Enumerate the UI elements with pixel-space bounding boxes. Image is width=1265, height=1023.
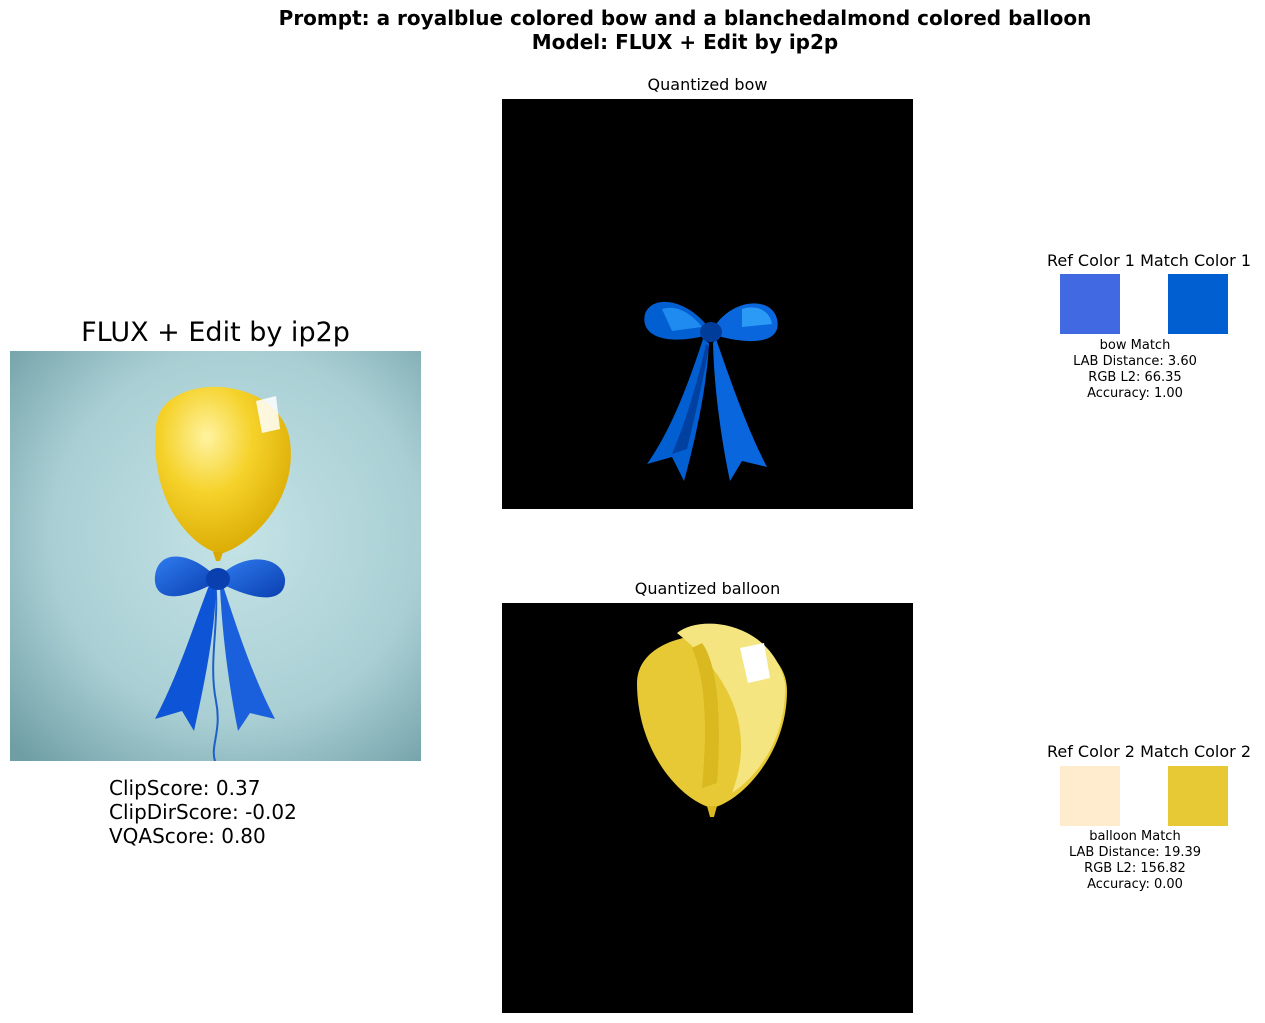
ref-color-2-swatch	[1060, 766, 1120, 826]
match-1-rgb: RGB L2: 66.35	[1088, 370, 1182, 385]
match-1-name: bow Match	[1099, 338, 1171, 353]
match-1-lab: LAB Distance: 3.60	[1073, 354, 1197, 369]
prompt-text: Prompt: a royalblue colored bow and a bl…	[278, 6, 1092, 30]
match-2-header: Ref Color 2 Match Color 2	[1029, 742, 1265, 762]
ref-color-2-label: Ref Color 2	[1046, 742, 1135, 761]
generated-image	[10, 351, 421, 761]
match-2-lab: LAB Distance: 19.39	[1068, 845, 1202, 860]
match-color-1-swatch	[1168, 274, 1228, 334]
match-2-stats: balloon Match LAB Distance: 19.39 RGB L2…	[1025, 829, 1245, 893]
clip-score: ClipScore: 0.37	[109, 776, 261, 800]
quantized-bow-panel	[502, 99, 913, 509]
model-text: Model: FLUX + Edit by ip2p	[531, 30, 839, 54]
match-color-1-label: Match Color 1	[1140, 251, 1252, 270]
match-2-name: balloon Match	[1089, 829, 1181, 844]
quantized-balloon-panel	[502, 603, 913, 1013]
clip-dir-score: ClipDirScore: -0.02	[109, 800, 297, 824]
figure-header: Prompt: a royalblue colored bow and a bl…	[0, 6, 1265, 54]
quantized-bow-title: Quantized bow	[647, 75, 768, 94]
score-block: ClipScore: 0.37 ClipDirScore: -0.02 VQAS…	[109, 776, 297, 848]
match-1-header: Ref Color 1 Match Color 1	[1029, 251, 1265, 271]
match-2-accuracy: Accuracy: 0.00	[1087, 877, 1183, 892]
match-color-2-swatch	[1168, 766, 1228, 826]
main-image-title: FLUX + Edit by ip2p	[81, 317, 350, 348]
match-1-accuracy: Accuracy: 1.00	[1087, 386, 1183, 401]
match-2-rgb: RGB L2: 156.82	[1084, 861, 1186, 876]
ref-color-1-label: Ref Color 1	[1046, 251, 1135, 270]
match-1-stats: bow Match LAB Distance: 3.60 RGB L2: 66.…	[1025, 338, 1245, 402]
quantized-balloon-title: Quantized balloon	[634, 579, 781, 598]
ref-color-1-swatch	[1060, 274, 1120, 334]
vqa-score: VQAScore: 0.80	[109, 824, 266, 848]
match-color-2-label: Match Color 2	[1140, 742, 1252, 761]
